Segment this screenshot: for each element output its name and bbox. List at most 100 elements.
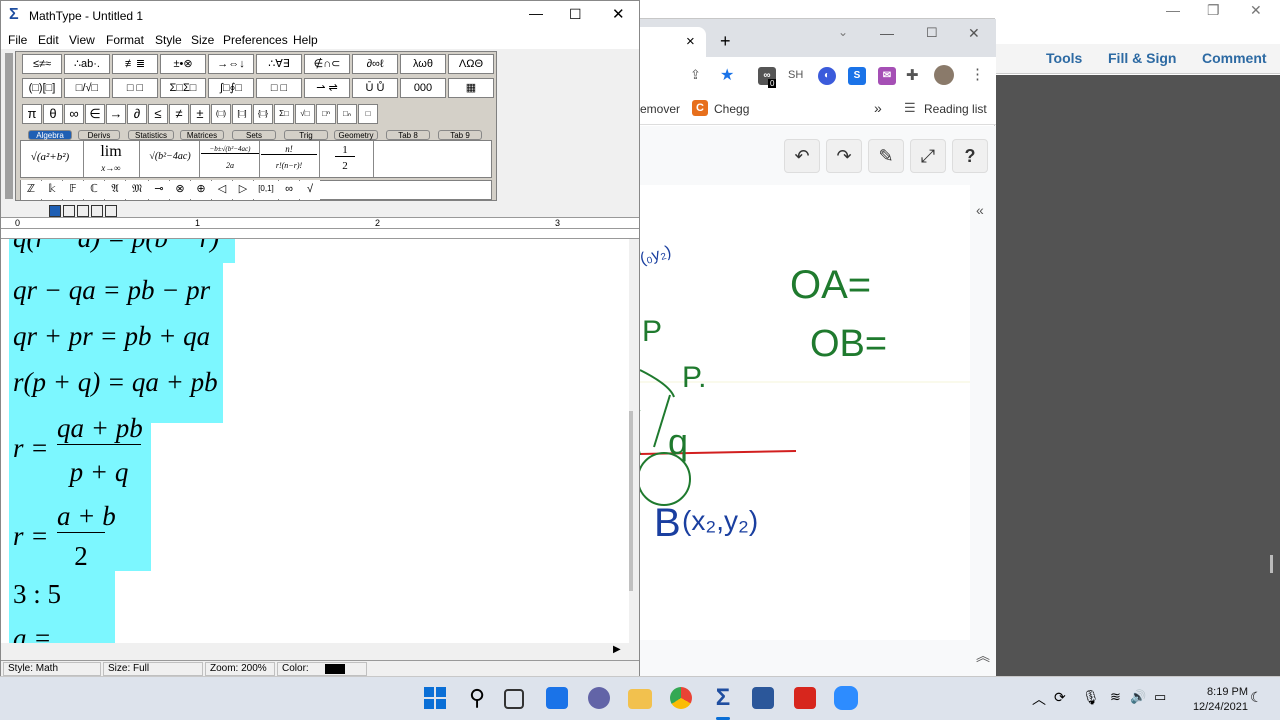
file-explorer-icon[interactable] [628,689,652,709]
microphone-icon[interactable]: 🎙 [1082,689,1100,706]
element-of-symbol[interactable]: ∈ [85,104,105,124]
help-button[interactable]: ? [952,139,988,173]
extensions-puzzle-icon[interactable]: ✚ [906,66,919,84]
close-icon[interactable]: ✕ [1250,2,1262,19]
collapse-panel-icon[interactable]: « [976,202,984,218]
left-triangle-symbol[interactable]: ◁ [212,180,232,200]
template-lim[interactable]: lim [91,143,131,161]
palette-operators[interactable]: ±•⊗ [160,54,206,74]
new-tab-button[interactable]: + [720,31,731,52]
subscript-template[interactable]: □ₙ [337,104,357,124]
neq-symbol[interactable]: ≠ [169,104,189,124]
bookmark-chegg[interactable]: Chegg [714,102,749,116]
bookmarks-more-icon[interactable]: » [874,100,882,116]
palette-grip[interactable] [5,53,13,199]
oplus-symbol[interactable]: ⊕ [191,180,211,200]
mini-button[interactable] [91,205,103,217]
word-icon[interactable] [752,687,774,709]
tab-close-icon[interactable]: × [686,33,695,50]
vertical-scrollbar[interactable] [629,239,639,643]
extension-globe-icon[interactable]: ◐ [818,67,836,85]
mini-button[interactable] [49,205,61,217]
tab-geometry[interactable]: Geometry [334,130,378,140]
maximize-icon[interactable]: ☐ [569,6,582,23]
profile-avatar[interactable] [934,65,954,85]
palette-products[interactable]: Ū Ů [352,78,398,98]
field-symbol[interactable]: 𝔽 [63,180,83,200]
chat-icon[interactable] [588,687,610,709]
menu-help[interactable]: Help [293,33,318,47]
task-view-icon[interactable] [504,689,524,709]
menu-edit[interactable]: Edit [38,33,59,47]
sqrt-template[interactable]: √□ [295,104,315,124]
tools-button[interactable]: Tools [1046,50,1082,66]
palette-bars[interactable]: □ □ [256,78,302,98]
palette-labeled-arrows[interactable]: ⇀ ⇌ [304,78,350,98]
palette-greek-upper[interactable]: ΛΩΘ [448,54,494,74]
palette-boxes[interactable]: 000 [400,78,446,98]
palette-spaces[interactable]: ∴ab·. [64,54,110,74]
speaker-icon[interactable]: 🔊 [1130,689,1146,705]
restore-icon[interactable]: ❐ [1207,2,1220,19]
palette-arrows[interactable]: →⇔↓ [208,54,254,74]
palette-fractions[interactable]: □/√□ [64,78,110,98]
palette-logic[interactable]: ∴∀∃ [256,54,302,74]
superscript-template[interactable]: □ⁿ [316,104,336,124]
template-half-num[interactable]: 1 [335,144,355,157]
chevron-up-icon[interactable]: ︿ [1032,689,1046,709]
sqrt-symbol[interactable]: √ [300,180,320,200]
tab-9[interactable]: Tab 9 [438,130,482,140]
arrow-symbol[interactable]: → [106,104,126,124]
menu-view[interactable]: View [69,33,95,47]
multimap-symbol[interactable]: ⊸ [149,180,169,200]
bookmark-remover[interactable]: emover [640,102,680,116]
start-icon[interactable] [422,685,448,711]
tab-search-icon[interactable]: ⌄ [838,25,848,39]
wifi-icon[interactable]: ≋ [1110,689,1121,705]
template-combination-num[interactable]: n! [261,144,317,155]
zoom-icon[interactable] [834,686,858,710]
clock[interactable]: 8:19 PM 12/24/2021 [1193,685,1248,715]
k-symbol[interactable]: 𝕜 [42,180,62,200]
notification-icon[interactable]: ☾ [1250,689,1263,706]
box-template[interactable]: □ [358,104,378,124]
reading-list-button[interactable]: Reading list [924,102,987,116]
tab-statistics[interactable]: Statistics [128,130,174,140]
extension-mail-icon[interactable]: ✉ [878,67,896,85]
menu-style[interactable]: Style [155,33,182,47]
extension-sh[interactable]: SH [788,69,803,81]
fullscreen-button[interactable]: ⤢ [910,139,946,173]
brush-button[interactable]: ✎ [868,139,904,173]
mathtype-icon[interactable]: Σ [710,685,736,711]
minimize-icon[interactable]: — [1166,2,1180,18]
comment-button[interactable]: Comment [1202,50,1267,66]
palette-greek-lower[interactable]: λωθ [400,54,446,74]
tab-trig[interactable]: Trig [284,130,328,140]
widgets-icon[interactable] [546,687,568,709]
acrobat-icon[interactable] [794,687,816,709]
tab-8[interactable]: Tab 8 [386,130,430,140]
menu-file[interactable]: File [8,33,27,47]
menu-format[interactable]: Format [106,33,144,47]
leq-symbol[interactable]: ≤ [148,104,168,124]
palette-sums[interactable]: Σ□Σ□ [160,78,206,98]
drawing-canvas[interactable]: (₀y₂) OA= OB= P P. q B (x₂,y₂) [638,185,970,640]
fill-sign-button[interactable]: Fill & Sign [1108,50,1176,66]
equation-editor[interactable]: q(r − a) = p(b − r) qr − qa = pb − pr qr… [1,239,629,643]
extension-s-icon[interactable]: S [848,67,866,85]
palette-integrals[interactable]: ∫□∮□ [208,78,254,98]
complex-symbol[interactable]: ℂ [84,180,104,200]
partial-symbol[interactable]: ∂ [127,104,147,124]
palette-relations[interactable]: ≤≠≈ [22,54,62,74]
maximize-icon[interactable]: ☐ [926,25,938,41]
close-icon[interactable]: ✕ [612,5,625,23]
infinity-symbol-2[interactable]: ∞ [279,180,299,200]
chrome-icon[interactable] [670,687,692,709]
integers-symbol[interactable]: ℤ [21,180,41,200]
tab-algebra[interactable]: Algebra [28,130,72,140]
otimes-symbol[interactable]: ⊗ [170,180,190,200]
tab-matrices[interactable]: Matrices [180,130,224,140]
redo-button[interactable]: ↷ [826,139,862,173]
close-icon[interactable]: ✕ [968,25,980,42]
interval-symbol[interactable]: [0,1] [254,180,278,200]
